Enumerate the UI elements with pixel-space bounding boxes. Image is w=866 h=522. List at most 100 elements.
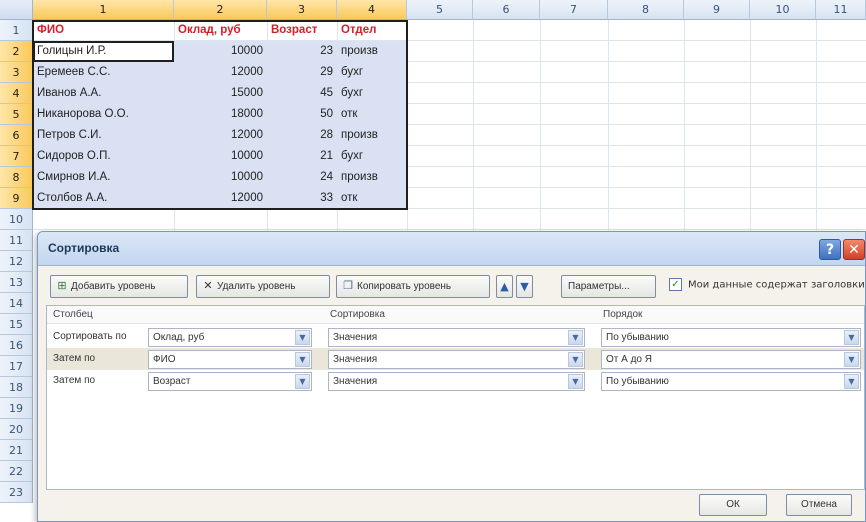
chevron-down-icon[interactable]: ▼: [844, 352, 859, 367]
cell-name[interactable]: Смирнов И.А.: [34, 171, 174, 183]
dialog-titlebar[interactable]: Сортировка ? ✕: [38, 232, 865, 266]
cell-dept[interactable]: бухг: [338, 66, 407, 78]
row-header-20[interactable]: 20: [0, 419, 33, 440]
cell-salary[interactable]: 12000: [174, 66, 266, 78]
sort-on-select[interactable]: Значения ▼: [328, 372, 585, 391]
cell-name[interactable]: Столбов А.А.: [34, 192, 174, 204]
add-level-button[interactable]: ⊞ Добавить уровень: [50, 275, 188, 298]
column-header-9[interactable]: 9: [684, 0, 750, 20]
header-cell-age[interactable]: Возраст: [268, 24, 337, 36]
cell-salary[interactable]: 10000: [174, 45, 266, 57]
chevron-down-icon[interactable]: ▼: [568, 374, 583, 389]
cell-salary[interactable]: 10000: [174, 171, 266, 183]
row-header-21[interactable]: 21: [0, 440, 33, 461]
row-header-12[interactable]: 12: [0, 251, 33, 272]
help-button[interactable]: ?: [819, 239, 841, 260]
cell-salary[interactable]: 18000: [174, 108, 266, 120]
chevron-down-icon[interactable]: ▼: [844, 374, 859, 389]
headers-checkbox[interactable]: ✓: [669, 278, 682, 291]
row-header-17[interactable]: 17: [0, 356, 33, 377]
ok-button[interactable]: ОК: [699, 494, 767, 516]
select-all-corner[interactable]: [0, 0, 33, 20]
row-header-2[interactable]: 2: [0, 41, 33, 62]
cell-age[interactable]: 23: [267, 45, 336, 57]
cell-dept[interactable]: произв: [338, 171, 407, 183]
cell-age[interactable]: 33: [267, 192, 336, 204]
row-header-6[interactable]: 6: [0, 125, 33, 146]
headers-checkbox-wrap[interactable]: ✓ Мои данные содержат заголовки: [669, 278, 865, 291]
row-header-4[interactable]: 4: [0, 83, 33, 104]
column-select[interactable]: Оклад, руб ▼: [148, 328, 312, 347]
cell-name[interactable]: Никанорова О.О.: [34, 108, 174, 120]
row-header-10[interactable]: 10: [0, 209, 33, 230]
cell-salary[interactable]: 12000: [174, 129, 266, 141]
cell-salary[interactable]: 12000: [174, 192, 266, 204]
sort-on-select[interactable]: Значения ▼: [328, 350, 585, 369]
column-header-11[interactable]: 11: [816, 0, 866, 20]
cell-name[interactable]: Сидоров О.П.: [34, 150, 174, 162]
cell-name[interactable]: Иванов А.А.: [34, 87, 174, 99]
sort-level-row[interactable]: Сортировать по Оклад, руб ▼ Значения ▼ П…: [47, 326, 864, 348]
cell-name[interactable]: Петров С.И.: [34, 129, 174, 141]
cell-dept[interactable]: отк: [338, 192, 407, 204]
row-header-11[interactable]: 11: [0, 230, 33, 251]
cell-name[interactable]: Голицын И.Р.: [34, 45, 174, 57]
row-header-8[interactable]: 8: [0, 167, 33, 188]
cell-dept[interactable]: отк: [338, 108, 407, 120]
row-header-19[interactable]: 19: [0, 398, 33, 419]
cell-dept[interactable]: произв: [338, 45, 407, 57]
cell-age[interactable]: 28: [267, 129, 336, 141]
chevron-down-icon[interactable]: ▼: [568, 330, 583, 345]
column-header-1[interactable]: 1: [33, 0, 174, 20]
cell-age[interactable]: 29: [267, 66, 336, 78]
column-header-2[interactable]: 2: [174, 0, 267, 20]
row-header-13[interactable]: 13: [0, 272, 33, 293]
move-down-button[interactable]: ▼: [516, 275, 533, 298]
column-select[interactable]: Возраст ▼: [148, 372, 312, 391]
cancel-button[interactable]: Отмена: [786, 494, 852, 516]
row-header-9[interactable]: 9: [0, 188, 33, 209]
cell-salary[interactable]: 15000: [174, 87, 266, 99]
column-header-3[interactable]: 3: [267, 0, 337, 20]
cell-dept[interactable]: произв: [338, 129, 407, 141]
row-header-14[interactable]: 14: [0, 293, 33, 314]
row-header-15[interactable]: 15: [0, 314, 33, 335]
column-header-7[interactable]: 7: [540, 0, 608, 20]
row-header-23[interactable]: 23: [0, 482, 33, 503]
header-cell-name[interactable]: ФИО: [34, 24, 174, 36]
row-header-18[interactable]: 18: [0, 377, 33, 398]
sort-level-row[interactable]: Затем по Возраст ▼ Значения ▼ По убывани…: [47, 370, 864, 392]
sort-level-row[interactable]: Затем по ФИО ▼ Значения ▼ От А до Я ▼: [47, 348, 864, 370]
options-button[interactable]: Параметры...: [561, 275, 656, 298]
delete-level-button[interactable]: ✕ Удалить уровень: [196, 275, 330, 298]
row-header-1[interactable]: 1: [0, 20, 33, 41]
chevron-down-icon[interactable]: ▼: [568, 352, 583, 367]
cell-age[interactable]: 24: [267, 171, 336, 183]
cell-salary[interactable]: 10000: [174, 150, 266, 162]
cell-age[interactable]: 21: [267, 150, 336, 162]
row-header-3[interactable]: 3: [0, 62, 33, 83]
row-header-22[interactable]: 22: [0, 461, 33, 482]
chevron-down-icon[interactable]: ▼: [295, 374, 310, 389]
chevron-down-icon[interactable]: ▼: [844, 330, 859, 345]
cell-age[interactable]: 50: [267, 108, 336, 120]
chevron-down-icon[interactable]: ▼: [295, 330, 310, 345]
header-cell-dept[interactable]: Отдел: [338, 24, 407, 36]
column-select[interactable]: ФИО ▼: [148, 350, 312, 369]
sort-on-select[interactable]: Значения ▼: [328, 328, 585, 347]
move-up-button[interactable]: ▲: [496, 275, 513, 298]
cell-dept[interactable]: бухг: [338, 150, 407, 162]
cell-age[interactable]: 45: [267, 87, 336, 99]
column-header-6[interactable]: 6: [473, 0, 540, 20]
column-header-5[interactable]: 5: [407, 0, 473, 20]
row-header-16[interactable]: 16: [0, 335, 33, 356]
chevron-down-icon[interactable]: ▼: [295, 352, 310, 367]
order-select[interactable]: По убыванию ▼: [601, 328, 861, 347]
cell-name[interactable]: Еремеев С.С.: [34, 66, 174, 78]
cell-dept[interactable]: бухг: [338, 87, 407, 99]
column-header-10[interactable]: 10: [750, 0, 816, 20]
column-header-8[interactable]: 8: [608, 0, 684, 20]
row-header-5[interactable]: 5: [0, 104, 33, 125]
row-header-7[interactable]: 7: [0, 146, 33, 167]
column-header-4[interactable]: 4: [337, 0, 407, 20]
